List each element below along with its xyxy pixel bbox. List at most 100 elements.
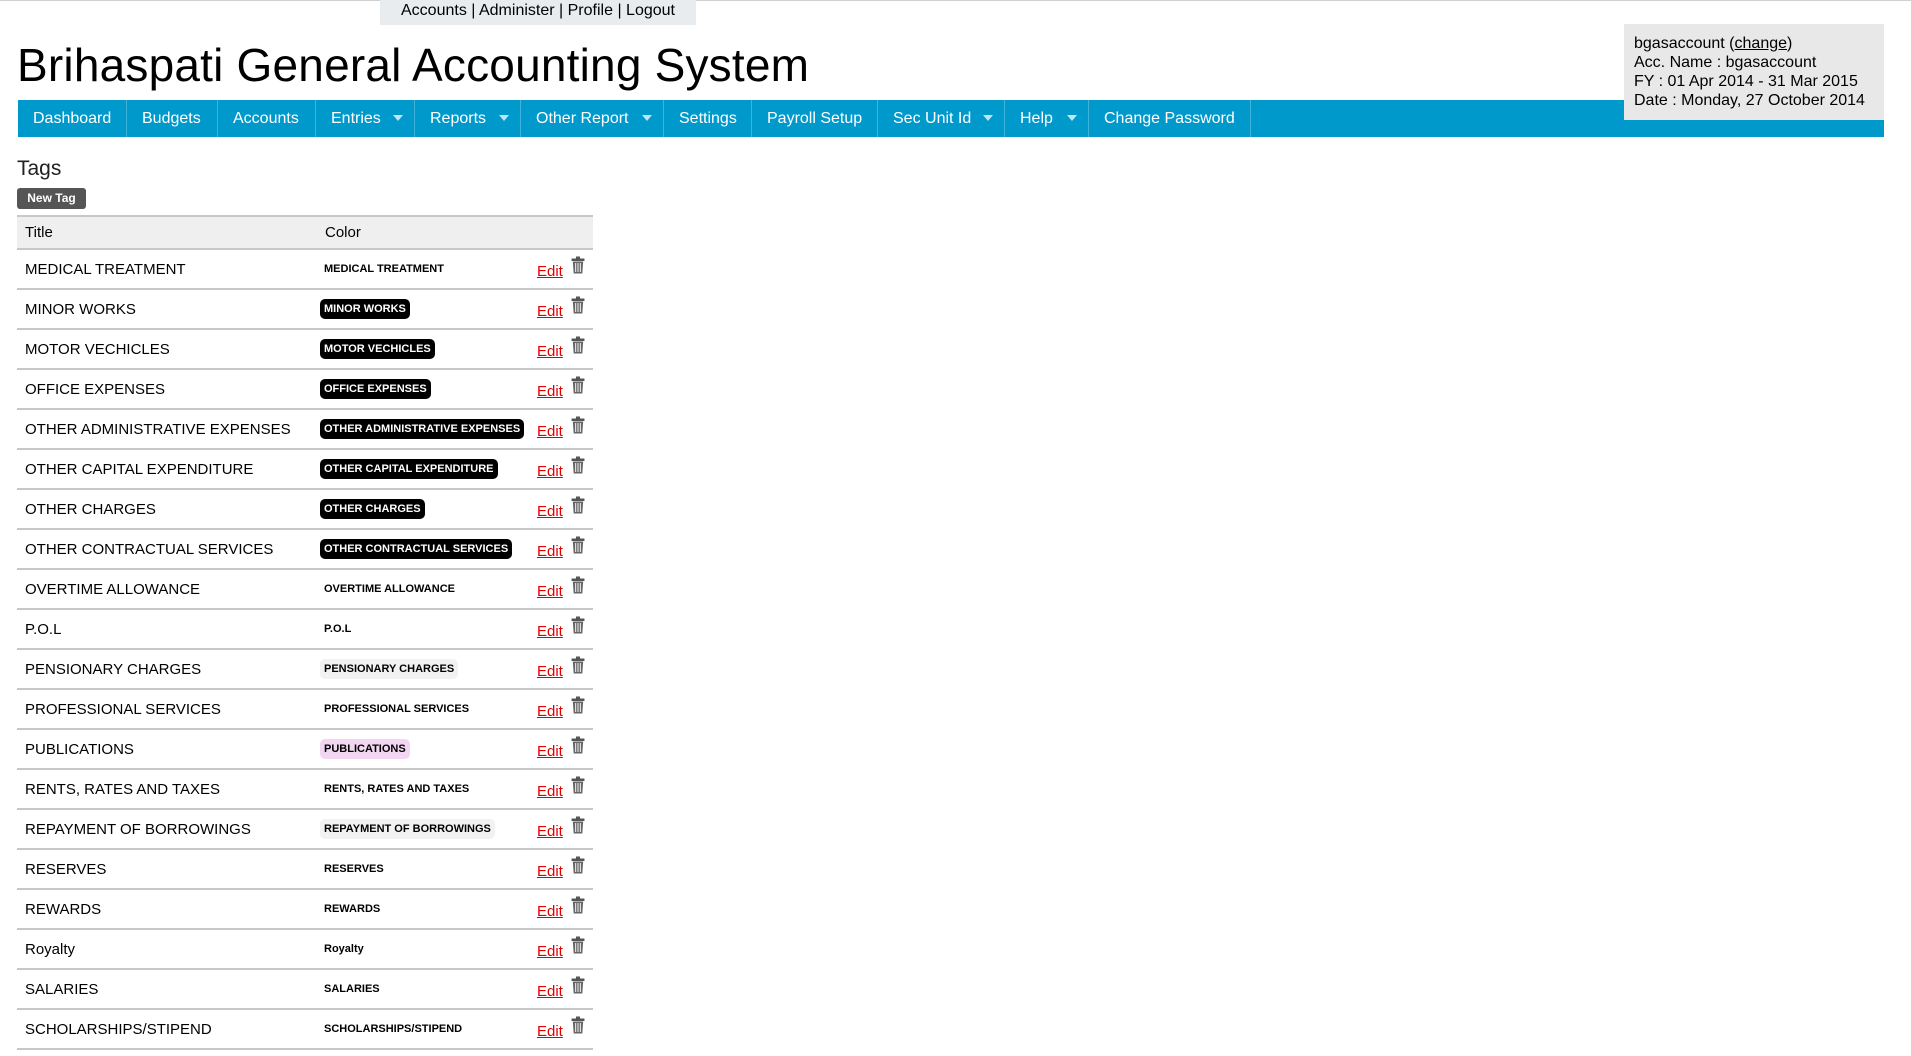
nav-label: Budgets — [142, 110, 201, 127]
chevron-down-icon — [1067, 115, 1077, 121]
edit-tag-link[interactable]: Edit — [537, 503, 563, 520]
edit-tag-link[interactable]: Edit — [537, 383, 563, 400]
edit-tag-link[interactable]: Edit — [537, 663, 563, 680]
nav-entries[interactable]: Entries — [316, 100, 415, 137]
edit-tag-link[interactable]: Edit — [537, 623, 563, 640]
nav-settings[interactable]: Settings — [664, 100, 752, 137]
tag-title: REPAYMENT OF BORROWINGS — [17, 809, 317, 850]
tag-color-cell: OTHER CHARGES — [317, 489, 533, 530]
nav-other-report[interactable]: Other Report — [521, 100, 664, 137]
chevron-down-icon — [642, 115, 652, 121]
edit-tag-link[interactable]: Edit — [537, 783, 563, 800]
trash-icon[interactable] — [571, 576, 585, 594]
nav-help[interactable]: Help — [1005, 100, 1089, 137]
edit-tag-link[interactable]: Edit — [537, 1023, 563, 1040]
top-link-logout[interactable]: Logout — [626, 2, 675, 19]
edit-tag-link[interactable]: Edit — [537, 423, 563, 440]
edit-tag-link[interactable]: Edit — [537, 263, 563, 280]
trash-icon[interactable] — [571, 296, 585, 314]
trash-icon[interactable] — [571, 856, 585, 874]
tag-title: SALARIES — [17, 969, 317, 1010]
tag-color-label: PENSIONARY CHARGES — [320, 659, 459, 679]
nav-change-password[interactable]: Change Password — [1089, 100, 1251, 137]
nav-label: Dashboard — [33, 110, 112, 127]
table-row: P.O.L P.O.L Edit — [17, 609, 593, 650]
trash-icon[interactable] — [571, 776, 585, 794]
tag-title: PENSIONARY CHARGES — [17, 649, 317, 690]
tag-color-cell: OTHER CAPITAL EXPENDITURE — [317, 449, 533, 490]
trash-icon[interactable] — [571, 896, 585, 914]
table-row: PUBLICATIONS PUBLICATIONS Edit — [17, 729, 593, 770]
tag-title: PUBLICATIONS — [17, 729, 317, 770]
account-name: Acc. Name : bgasaccount — [1634, 54, 1817, 71]
trash-icon[interactable] — [571, 1016, 585, 1034]
app-title: Brihaspati General Accounting System — [17, 39, 810, 91]
edit-tag-link[interactable]: Edit — [537, 863, 563, 880]
trash-icon[interactable] — [571, 496, 585, 514]
tag-color-cell: OTHER ADMINISTRATIVE EXPENSES — [317, 409, 533, 450]
tag-color-cell: RESERVES — [317, 849, 533, 890]
nav-reports[interactable]: Reports — [415, 100, 521, 137]
column-header-color: Color — [317, 215, 533, 250]
nav-label: Change Password — [1104, 110, 1235, 127]
nav-sec-unit-id[interactable]: Sec Unit Id — [878, 100, 1005, 137]
edit-tag-link[interactable]: Edit — [537, 903, 563, 920]
edit-tag-link[interactable]: Edit — [537, 543, 563, 560]
top-link-accounts[interactable]: Accounts — [401, 2, 467, 19]
tag-color-cell: PUBLICATIONS — [317, 729, 533, 770]
trash-icon[interactable] — [571, 376, 585, 394]
tag-color-cell: PENSIONARY CHARGES — [317, 649, 533, 690]
trash-icon[interactable] — [571, 536, 585, 554]
trash-icon[interactable] — [571, 976, 585, 994]
trash-icon[interactable] — [571, 256, 585, 274]
table-row: OVERTIME ALLOWANCE OVERTIME ALLOWANCE Edit — [17, 569, 593, 610]
tag-color-label: PROFESSIONAL SERVICES — [324, 703, 470, 715]
tag-color-cell: SALARIES — [317, 969, 533, 1010]
tag-title: RESERVES — [17, 849, 317, 890]
edit-tag-link[interactable]: Edit — [537, 463, 563, 480]
tag-color-label: OTHER CHARGES — [320, 499, 425, 519]
edit-tag-link[interactable]: Edit — [537, 743, 563, 760]
tag-actions-cell: Edit — [533, 689, 593, 730]
table-body: MEDICAL TREATMENT MEDICAL TREATMENT Edit MI… — [17, 249, 593, 1050]
top-link-profile[interactable]: Profile — [568, 2, 613, 19]
table-row: PENSIONARY CHARGES PENSIONARY CHARGES Edit — [17, 649, 593, 690]
trash-icon[interactable] — [571, 936, 585, 954]
trash-icon[interactable] — [571, 736, 585, 754]
top-link-administer[interactable]: Administer — [479, 2, 555, 19]
tag-title: Royalty — [17, 929, 317, 970]
nav-payroll-setup[interactable]: Payroll Setup — [752, 100, 878, 137]
nav-dashboard[interactable]: Dashboard — [18, 100, 127, 137]
edit-tag-link[interactable]: Edit — [537, 303, 563, 320]
column-header-title: Title — [17, 215, 317, 250]
account-info-box: bgasaccount (change) Acc. Name : bgasacc… — [1624, 24, 1884, 120]
trash-icon[interactable] — [571, 816, 585, 834]
tag-color-label: Royalty — [324, 943, 364, 955]
tag-title: OTHER CONTRACTUAL SERVICES — [17, 529, 317, 570]
trash-icon[interactable] — [571, 616, 585, 634]
trash-icon[interactable] — [571, 696, 585, 714]
edit-tag-link[interactable]: Edit — [537, 583, 563, 600]
current-date: Date : Monday, 27 October 2014 — [1634, 92, 1865, 109]
trash-icon[interactable] — [571, 416, 585, 434]
tag-title: PROFESSIONAL SERVICES — [17, 689, 317, 730]
edit-tag-link[interactable]: Edit — [537, 343, 563, 360]
tag-color-label: REWARDS — [324, 903, 381, 915]
edit-tag-link[interactable]: Edit — [537, 983, 563, 1000]
tag-color-cell: MOTOR VECHICLES — [317, 329, 533, 370]
change-account-link[interactable]: change — [1735, 35, 1788, 52]
trash-icon[interactable] — [571, 656, 585, 674]
tag-actions-cell: Edit — [533, 969, 593, 1010]
nav-accounts[interactable]: Accounts — [218, 100, 316, 137]
tag-actions-cell: Edit — [533, 289, 593, 330]
new-tag-button[interactable]: New Tag — [17, 188, 86, 209]
edit-tag-link[interactable]: Edit — [537, 703, 563, 720]
tag-color-cell: MEDICAL TREATMENT — [317, 249, 533, 290]
edit-tag-link[interactable]: Edit — [537, 943, 563, 960]
edit-tag-link[interactable]: Edit — [537, 823, 563, 840]
page-title: Tags — [17, 157, 62, 180]
tag-color-cell: SCHOLARSHIPS/STIPEND — [317, 1009, 533, 1050]
trash-icon[interactable] — [571, 456, 585, 474]
trash-icon[interactable] — [571, 336, 585, 354]
nav-budgets[interactable]: Budgets — [127, 100, 218, 137]
